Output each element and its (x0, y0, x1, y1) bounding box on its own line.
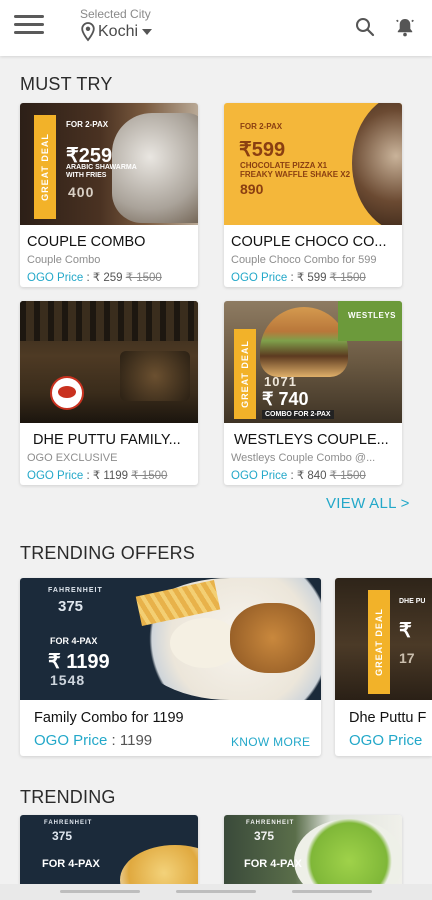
brand-number: 375 (58, 598, 84, 615)
restaurant-ceiling-image (20, 301, 198, 341)
know-more-button[interactable]: KNOW MORE (231, 735, 310, 749)
menu-icon[interactable] (14, 15, 44, 39)
brand-number: 375 (254, 829, 275, 843)
deal-card-couple-choco-combo[interactable]: FOR 2-PAX ₹599 CHOCOLATE PIZZA X1 FREAKY… (224, 103, 402, 287)
offer-image: FAHRENHEIT 375 FOR 4-PAX ₹ 1199 1548 (20, 578, 321, 700)
promo-pax: COMBO FOR 2-PAX (262, 410, 334, 419)
choco-dessert-image (352, 103, 402, 225)
fried-chicken-image (230, 603, 315, 673)
app-bar: Selected City Kochi (0, 0, 432, 56)
notification-bell-icon[interactable] (394, 16, 416, 38)
deal-image: GREAT DEAL FOR 2-PAX ₹259 ARABIC SHAWARM… (20, 103, 198, 225)
promo-pax: FOR 4-PAX (42, 858, 100, 870)
promo-old-price: 1548 (50, 672, 86, 688)
nav-pill (292, 890, 372, 893)
deal-title: COUPLE CHOCO CO... (231, 234, 387, 250)
system-nav-bar (0, 884, 432, 900)
chevron-down-icon (142, 29, 153, 35)
promo-price: ₹ 1199 (48, 651, 110, 673)
great-deal-tag: GREAT DEAL (368, 590, 390, 694)
deal-subtitle: Couple Combo (27, 254, 101, 266)
promo-price: ₹599 (239, 139, 286, 161)
promo-price: ₹ (399, 620, 412, 642)
section-title-must-try: MUST TRY (20, 74, 113, 94)
section-title-trending: TRENDING (20, 787, 116, 807)
section-title-trending-offers: TRENDING OFFERS (20, 543, 196, 563)
deal-price: OGO Price : ₹ 1199 ₹ 1500 (27, 470, 168, 482)
search-icon[interactable] (354, 16, 376, 38)
deal-image: WESTLEYS GREAT DEAL 1071 ₹ 740 COMBO FOR… (224, 301, 402, 423)
nav-pill (60, 890, 140, 893)
promo-pax: DHE PU (399, 598, 426, 605)
deal-subtitle: Westleys Couple Combo @... (231, 452, 376, 464)
offer-image: GREAT DEAL DHE PU ₹ 17 (335, 578, 432, 700)
deal-title: DHE PUTTU FAMILY... (33, 432, 181, 448)
offer-title: Dhe Puttu F (349, 710, 427, 726)
promo-old-price: 400 (68, 184, 95, 200)
offer-title: Family Combo for 1199 (34, 710, 184, 726)
deal-title: WESTLEYS COUPLE... (234, 432, 389, 448)
deal-card-dhe-puttu-family[interactable]: DHE PUTTU FAMILY... OGO EXCLUSIVE OGO Pr… (20, 301, 198, 485)
deal-title: COUPLE COMBO (27, 234, 146, 250)
promo-pax: FOR 2-PAX (240, 122, 283, 131)
promo-desc-1: CHOCOLATE PIZZA X1 (240, 161, 328, 170)
promo-old-price: 890 (240, 181, 264, 197)
promo-pax: FOR 4-PAX (244, 858, 302, 870)
promo-old-price: 17 (399, 650, 415, 666)
westleys-logo: WESTLEYS (338, 301, 402, 341)
brand-name: FAHRENHEIT (246, 820, 295, 826)
promo-price: ₹ 740 (262, 389, 309, 409)
offer-card-dhe-puttu[interactable]: GREAT DEAL DHE PU ₹ 17 Dhe Puttu F OGO P… (335, 578, 432, 756)
dhe-puttu-logo (50, 376, 84, 410)
deal-image (20, 301, 198, 423)
brand-name: FAHRENHEIT (48, 587, 103, 594)
offer-card-family-combo[interactable]: FAHRENHEIT 375 FOR 4-PAX ₹ 1199 1548 Fam… (20, 578, 321, 756)
deal-price: OGO Price : ₹ 259 ₹ 1500 (27, 272, 162, 284)
great-deal-tag: GREAT DEAL (234, 329, 256, 419)
promo-pax: FOR 2-PAX (66, 120, 109, 129)
promo-old-price: 1071 (264, 374, 297, 389)
promo-desc-2: FREAKY WAFFLE SHAKE X2 (240, 170, 351, 179)
city-dropdown[interactable]: Kochi (80, 22, 153, 42)
deal-price: OGO Price : ₹ 840 ₹ 1500 (231, 470, 366, 482)
location-pin-icon (81, 22, 95, 42)
deal-subtitle: Couple Choco Combo for 599 (231, 254, 377, 266)
offer-price: OGO Price : 1199 (34, 732, 153, 749)
burger-image (260, 307, 348, 377)
deal-price: OGO Price : ₹ 599 ₹ 1500 (231, 272, 366, 284)
deal-card-westleys-couple[interactable]: WESTLEYS GREAT DEAL 1071 ₹ 740 COMBO FOR… (224, 301, 402, 485)
brand-name: FAHRENHEIT (44, 820, 93, 826)
deal-card-couple-combo[interactable]: GREAT DEAL FOR 2-PAX ₹259 ARABIC SHAWARM… (20, 103, 198, 287)
city-selector[interactable]: Selected City Kochi (80, 7, 153, 42)
promo-pax: FOR 4-PAX (50, 636, 98, 646)
view-all-link[interactable]: VIEW ALL > (326, 495, 410, 512)
nav-pill (176, 890, 256, 893)
restaurant-seating-image (120, 351, 190, 401)
city-caption: Selected City (80, 7, 151, 21)
promo-desc: ARABIC SHAWARMA WITH FRIES (66, 164, 137, 179)
great-deal-tag: GREAT DEAL (34, 115, 56, 219)
offer-price-label: OGO Price (349, 732, 423, 749)
deal-subtitle: OGO EXCLUSIVE (27, 452, 118, 464)
deal-image: FOR 2-PAX ₹599 CHOCOLATE PIZZA X1 FREAKY… (224, 103, 402, 225)
city-name: Kochi (98, 23, 139, 40)
brand-number: 375 (52, 829, 73, 843)
